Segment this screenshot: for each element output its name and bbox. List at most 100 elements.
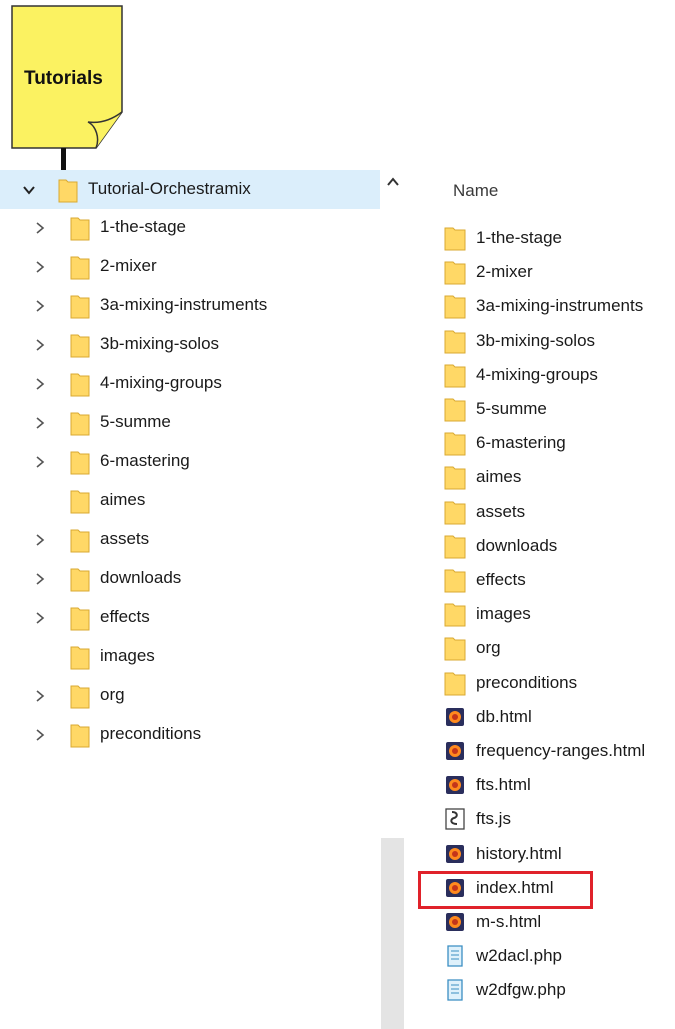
file-item-label: downloads — [476, 535, 558, 555]
folder-icon — [70, 646, 90, 670]
folder-icon — [444, 261, 466, 285]
tree-item-label: 4-mixing-groups — [100, 373, 222, 392]
folder-icon — [70, 568, 90, 592]
tree-item-label: org — [100, 685, 125, 704]
folder-icon — [70, 685, 90, 709]
scrollbar-thumb[interactable] — [381, 838, 404, 1029]
file-item-label: effects — [476, 570, 526, 589]
chevron-right-icon[interactable] — [33, 299, 47, 313]
folder-icon — [444, 295, 466, 319]
tree-item[interactable]: images — [0, 638, 380, 676]
file-item-label: w2dfgw.php — [476, 980, 566, 1000]
chevron-right-icon[interactable] — [33, 611, 47, 625]
chevron-right-icon[interactable] — [33, 260, 47, 274]
tree-root-item[interactable]: Tutorial-Orchestramix — [0, 170, 380, 209]
file-item-label: frequency-ranges.html — [476, 741, 646, 760]
folder-icon — [70, 256, 90, 280]
tree-item[interactable]: aimes — [0, 482, 380, 520]
navigation-tree: Tutorial-Orchestramix 1-the-stage 2-mixer… — [0, 170, 380, 756]
file-item-label: 4-mixing-groups — [476, 364, 598, 384]
tree-item-label: 2-mixer — [100, 256, 157, 275]
scroll-up-arrow-icon[interactable] — [386, 176, 400, 188]
folder-icon — [70, 373, 90, 397]
column-header-name[interactable]: Name — [453, 181, 498, 201]
tree-item[interactable]: 1-the-stage — [0, 209, 380, 247]
chevron-right-icon[interactable] — [33, 533, 47, 547]
folder-icon — [70, 217, 90, 241]
tree-item-label: aimes — [100, 490, 146, 509]
tree-item[interactable]: assets — [0, 521, 380, 559]
folder-icon — [70, 334, 90, 358]
tree-item[interactable]: 6-mastering — [0, 443, 380, 481]
tree-item-label: 3a-mixing-instruments — [100, 295, 268, 314]
folder-icon — [70, 607, 90, 631]
tree-item[interactable]: org — [0, 677, 380, 715]
file-item-label: history.html — [476, 843, 562, 863]
folder-icon — [58, 179, 78, 203]
tree-item-label: images — [100, 646, 155, 665]
chevron-right-icon[interactable] — [33, 455, 47, 469]
highlight-box — [418, 871, 593, 909]
tree-item-label: 6-mastering — [100, 451, 190, 470]
tree-item[interactable]: 2-mixer — [0, 248, 380, 286]
html-file-icon — [446, 776, 464, 795]
file-item-label: 3a-mixing-instruments — [476, 296, 644, 316]
html-file-icon — [446, 707, 464, 726]
file-item-label: fts.html — [476, 775, 531, 795]
file-item-label: assets — [476, 501, 526, 521]
tree-item-label: downloads — [100, 568, 182, 587]
html-file-icon — [446, 913, 464, 931]
file-item-label: org — [476, 638, 501, 658]
tree-item[interactable]: 3a-mixing-instruments — [0, 287, 380, 325]
file-item-label: images — [476, 604, 531, 624]
folder-icon — [70, 295, 90, 319]
chevron-right-icon[interactable] — [33, 416, 47, 430]
tree-item[interactable]: 5-summe — [0, 404, 380, 442]
chevron-right-icon[interactable] — [33, 338, 47, 352]
file-item-label: preconditions — [476, 672, 578, 692]
file-item-label: 1-the-stage — [476, 228, 562, 247]
tree-item-label: 1-the-stage — [100, 217, 186, 236]
php-file-icon — [447, 945, 463, 967]
script-file-icon — [445, 808, 465, 831]
php-file-icon — [447, 979, 463, 1002]
folder-icon — [444, 672, 466, 696]
file-item-label: 5-summe — [476, 399, 547, 418]
callout-label: Tutorials — [24, 68, 103, 89]
chevron-right-icon[interactable] — [33, 728, 47, 742]
folder-icon — [444, 466, 466, 490]
tree-root-label: Tutorial-Orchestramix — [88, 179, 251, 198]
tree-item-label: assets — [100, 529, 150, 548]
file-item-label: fts.js — [476, 809, 511, 829]
tree-item[interactable]: 3b-mixing-solos — [0, 326, 380, 364]
tree-item[interactable]: effects — [0, 599, 380, 637]
folder-icon — [444, 432, 466, 456]
tree-item-label: 5-summe — [100, 412, 171, 431]
folder-icon — [444, 603, 466, 627]
folder-icon — [444, 364, 466, 388]
folder-icon — [444, 501, 466, 525]
chevron-right-icon[interactable] — [33, 689, 47, 703]
chevron-right-icon[interactable] — [33, 572, 47, 586]
tutorials-callout: Tutorials — [0, 0, 130, 176]
tree-item-label: effects — [100, 607, 150, 626]
folder-icon — [70, 724, 90, 748]
tree-item[interactable]: downloads — [0, 560, 380, 598]
html-file-icon — [446, 742, 464, 760]
file-item-label: db.html — [476, 706, 532, 726]
file-item-label: 2-mixer — [476, 262, 533, 282]
file-item-label: aimes — [476, 467, 522, 487]
folder-icon — [70, 529, 90, 553]
tree-item[interactable]: 4-mixing-groups — [0, 365, 380, 403]
tree-item[interactable]: preconditions — [0, 716, 380, 754]
file-item-label: 3b-mixing-solos — [476, 330, 596, 350]
file-item-label: m-s.html — [476, 912, 542, 931]
folder-icon — [444, 227, 466, 251]
chevron-down-icon[interactable] — [22, 183, 36, 197]
folder-icon — [444, 398, 466, 422]
file-item-label: 6-mastering — [476, 433, 566, 453]
html-file-icon — [446, 844, 464, 863]
chevron-right-icon[interactable] — [33, 221, 47, 235]
chevron-right-icon[interactable] — [33, 377, 47, 391]
folder-icon — [70, 451, 90, 475]
